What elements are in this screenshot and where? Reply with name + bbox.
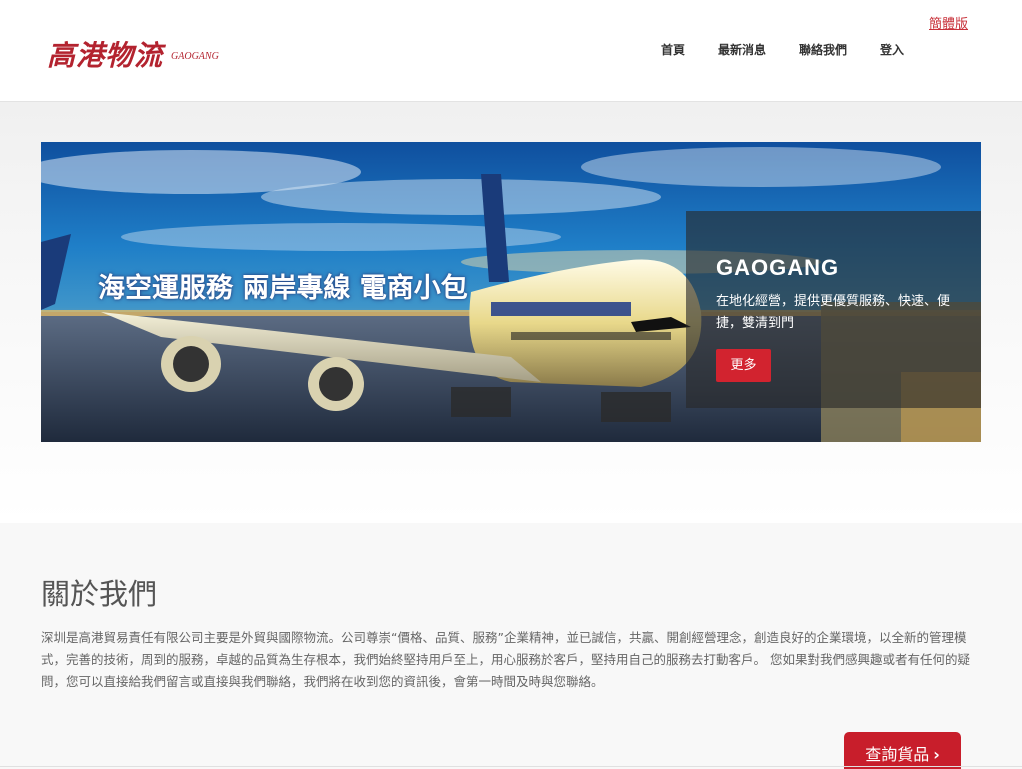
about-title: 關於我們 — [41, 577, 158, 611]
main-nav: 首頁 最新消息 聯絡我們 登入 — [0, 42, 1022, 58]
nav-item-news[interactable]: 最新消息 — [718, 42, 766, 58]
nav-item-contact[interactable]: 聯絡我們 — [799, 42, 847, 58]
nav-item-home[interactable]: 首頁 — [661, 42, 685, 58]
query-goods-label: 查詢貨品 — [865, 745, 930, 764]
language-switch-link[interactable]: 簡體版 — [929, 13, 968, 32]
hero-banner: 海空運服務 兩岸專線 電商小包 GAOGANG 在地化經營，提供更優質服務、快速… — [41, 142, 981, 442]
hero-card-description: 在地化經營，提供更優質服務、快速、便捷，雙清到門 — [716, 294, 951, 331]
nav-item-login[interactable]: 登入 — [880, 42, 904, 58]
about-text: 深圳是高港貿易責任有限公司主要是外貿與國際物流。公司尊崇“價格、品質、服務”企業… — [41, 630, 970, 689]
footer-divider — [0, 766, 1022, 767]
about-section: 關於我們 深圳是高港貿易責任有限公司主要是外貿與國際物流。公司尊崇“價格、品質、… — [0, 523, 1022, 769]
hero-card: GAOGANG 在地化經營，提供更優質服務、快速、便捷，雙清到門 更多 — [686, 211, 981, 408]
more-button[interactable]: 更多 — [716, 349, 771, 382]
banner-headline: 海空運服務 兩岸專線 電商小包 — [98, 273, 468, 304]
hero-card-title: GAOGANG — [716, 255, 840, 280]
site-header: 高港物流 GAOGANG 簡體版 首頁 最新消息 聯絡我們 登入 — [0, 0, 1022, 102]
chevron-right-icon: › — [933, 745, 940, 764]
query-goods-button[interactable]: 查詢貨品 › — [844, 732, 961, 769]
